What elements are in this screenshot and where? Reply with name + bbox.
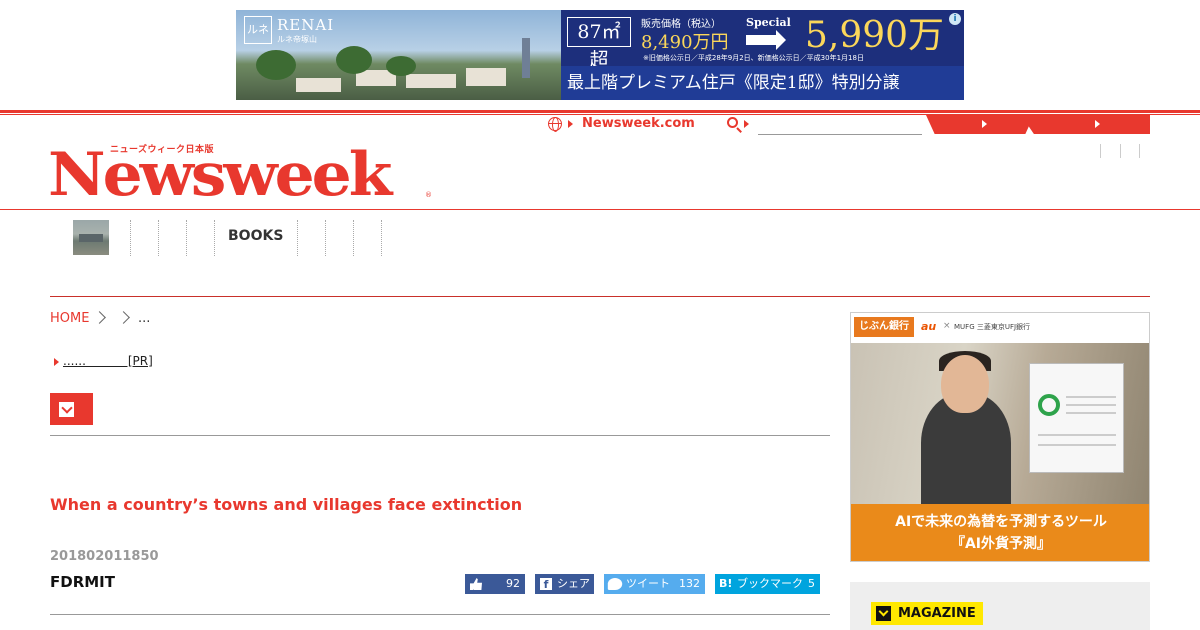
article-divider xyxy=(50,614,830,615)
ad-note: ※旧価格公示日／平成28年9月2日、新価格公示日／平成30年1月18日 xyxy=(643,54,864,62)
pr-link[interactable]: ...... [PR] xyxy=(63,354,153,368)
ad-price-panel: 87㎡超 販売価格（税込） 8,490万円 Special 5,990万円 ※旧… xyxy=(561,10,964,100)
nav-separator xyxy=(214,220,215,256)
renai-logo-mark: ルネ xyxy=(244,16,272,44)
triangle-right-icon xyxy=(982,120,987,128)
nav-thumbnail-image[interactable] xyxy=(73,220,109,255)
search-icon[interactable] xyxy=(727,117,738,128)
nav-separator xyxy=(381,220,382,256)
jibun-bank-logo: じぶん銀行 xyxy=(854,317,914,337)
ad-info-icon[interactable]: i xyxy=(949,13,961,25)
ad-special: Special xyxy=(746,16,791,29)
nav-separator xyxy=(353,220,354,256)
nav-separator xyxy=(297,220,298,256)
sidebar-ad-line-2: 『AI外貨予測』 xyxy=(950,536,1052,552)
nav-separator xyxy=(186,220,187,256)
tweet-count: 132 xyxy=(679,577,700,590)
breadcrumb-current: ... xyxy=(138,311,151,326)
hatena-bookmark-button[interactable]: B! ブックマーク 5 xyxy=(715,574,820,594)
ad-cross: × xyxy=(943,321,951,331)
au-logo: au xyxy=(921,320,937,333)
magazine-tag[interactable]: MAGAZINE xyxy=(871,602,983,625)
mufg-logo: MUFG 三菱東京UFJ銀行 xyxy=(954,323,1031,331)
facebook-icon: f xyxy=(540,578,552,591)
triangle-right-icon xyxy=(568,120,573,128)
article-date: 201802011850 xyxy=(50,549,159,564)
nav-item-books[interactable]: BOOKS xyxy=(228,228,283,244)
header-sep xyxy=(1120,144,1121,158)
sidebar-ad-photo xyxy=(851,343,1149,504)
ad-old-price: 8,490万円 xyxy=(641,32,729,53)
search-input[interactable] xyxy=(758,116,922,135)
tweet-label: ツイート xyxy=(626,577,670,590)
header-red-tab-2[interactable] xyxy=(1021,115,1150,134)
chevron-down-icon xyxy=(59,402,74,417)
facebook-share-label: シェア xyxy=(557,577,590,590)
like-count: 92 xyxy=(506,577,520,590)
triangle-right-icon xyxy=(54,358,59,366)
globe-icon xyxy=(548,117,562,132)
newsweek-logo[interactable]: Newsweek xyxy=(48,136,392,212)
arrow-right-icon xyxy=(746,30,786,50)
triangle-right-icon xyxy=(1095,120,1100,128)
ad-brand-sub: ルネ帝塚山 xyxy=(277,35,317,44)
ad-area: 87㎡超 xyxy=(567,17,631,71)
nav-separator xyxy=(325,220,326,256)
sidebar-ad-copy: AIで未来の為替を予測するツール 『AI外貨予測』 xyxy=(851,504,1149,561)
article-author: FDRMIT xyxy=(50,573,115,591)
facebook-share-button[interactable]: f シェア xyxy=(535,574,594,594)
top-banner-ad[interactable]: ルネ RENAI ルネ帝塚山 87㎡超 販売価格（税込） 8,490万円 Spe… xyxy=(236,10,964,100)
header-rule-thin xyxy=(0,114,1200,115)
thumbs-up-icon xyxy=(470,578,482,590)
twitter-bird-icon xyxy=(607,578,623,590)
twitter-tweet-button[interactable]: ツイート 132 xyxy=(604,574,705,594)
nav-separator xyxy=(130,220,131,256)
chevron-right-icon xyxy=(93,311,106,324)
chevron-down-icon xyxy=(876,606,891,621)
nav-separator xyxy=(158,220,159,256)
facebook-like-button[interactable]: 92 xyxy=(465,574,525,594)
header-red-tab-1[interactable] xyxy=(926,115,1034,134)
chevron-right-icon xyxy=(117,311,130,324)
hatena-bookmark-icon: B! xyxy=(719,577,733,590)
logo-registered-mark: ® xyxy=(425,191,432,199)
header-sep xyxy=(1100,144,1101,158)
triangle-right-icon xyxy=(744,120,749,128)
sidebar-ad-line-1: AIで未来の為替を予測するツール xyxy=(895,514,1107,530)
header-bottom-rule xyxy=(0,209,1200,210)
content-top-rule xyxy=(50,296,1150,297)
sidebar-ad-header: じぶん銀行 au × MUFG 三菱東京UFJ銀行 xyxy=(851,313,1149,343)
header-sep xyxy=(1139,144,1140,158)
breadcrumb-home[interactable]: HOME xyxy=(50,311,89,326)
header-rule xyxy=(0,110,1200,113)
article-headline: When a country’s towns and villages face… xyxy=(50,495,523,514)
newsweek-com-link[interactable]: Newsweek.com xyxy=(582,116,695,131)
ad-app-screen xyxy=(1029,363,1124,473)
expand-toggle-button[interactable] xyxy=(50,393,93,425)
ad-brand: RENAI xyxy=(277,16,335,34)
bookmark-count: 5 xyxy=(808,577,815,590)
bookmark-label: ブックマーク xyxy=(737,577,803,590)
ad-headline: 最上階プレミアム住戸《限定1邸》特別分譲 xyxy=(561,66,964,100)
sidebar-ad[interactable]: じぶん銀行 au × MUFG 三菱東京UFJ銀行 AIで未来の為替を予測するツ… xyxy=(850,312,1150,562)
magazine-label: MAGAZINE xyxy=(898,606,976,621)
magazine-section: MAGAZINE xyxy=(850,582,1150,630)
article-divider xyxy=(50,435,830,436)
